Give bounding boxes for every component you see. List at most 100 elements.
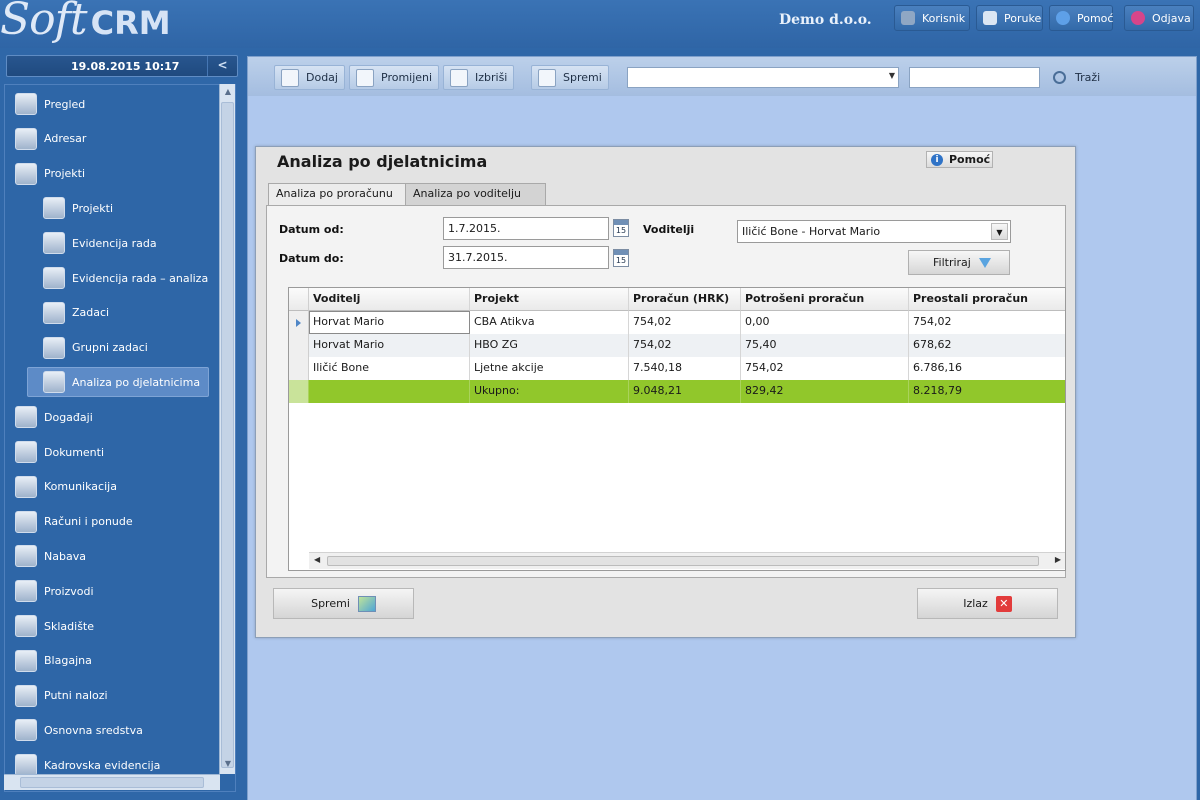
row-header[interactable] (289, 334, 309, 357)
sidebar-item[interactable]: Dokumenti (15, 437, 219, 467)
add-button[interactable]: Dodaj (274, 65, 345, 90)
toolbar-select[interactable]: ▼ (627, 67, 899, 88)
column-header-projekt[interactable]: Projekt (470, 288, 629, 311)
managers-select[interactable]: Iličić Bone - Horvat Mario ▼ (737, 220, 1011, 243)
sidebar-item-label: Projekti (44, 167, 86, 181)
table-cell[interactable]: 75,40 (741, 334, 909, 357)
table-cell[interactable]: 829,42 (741, 380, 909, 403)
edit-button[interactable]: Promijeni (349, 65, 440, 90)
dialog-save-button[interactable]: Spremi (273, 588, 414, 619)
scroll-thumb[interactable] (327, 556, 1039, 566)
table-cell[interactable]: Iličić Bone (309, 357, 470, 380)
scroll-thumb[interactable] (20, 777, 204, 788)
messages-button[interactable]: Poruke (976, 5, 1043, 31)
dialog-title: Analiza po djelatnicima (277, 152, 488, 171)
dialog-help-button[interactable]: i Pomoć (926, 151, 993, 168)
bar-chart-icon (43, 267, 65, 289)
sidebar-item[interactable]: Računi i ponude (15, 507, 219, 537)
table-cell[interactable]: Horvat Mario (309, 334, 470, 357)
table-cell[interactable]: HBO ZG (470, 334, 629, 357)
table-cell[interactable]: Ljetne akcije (470, 357, 629, 380)
sidebar-item[interactable]: Projekti (43, 193, 219, 223)
collapse-sidebar-button[interactable]: < (207, 56, 237, 76)
sidebar-item[interactable]: Proizvodi (15, 576, 219, 606)
table-cell[interactable]: Ukupno: (470, 380, 629, 403)
table-cell[interactable]: 754,02 (741, 357, 909, 380)
search-button[interactable]: Traži (1047, 65, 1106, 90)
table-cell[interactable]: 678,62 (909, 334, 1065, 357)
column-header-proracun[interactable]: Proračun (HRK) (629, 288, 741, 311)
date-to-field[interactable]: 31.7.2015. (443, 246, 609, 269)
filter-button[interactable]: Filtriraj (908, 250, 1010, 275)
tab-manager-analysis[interactable]: Analiza po voditelju (405, 183, 546, 205)
table-cell[interactable]: Horvat Mario (309, 311, 470, 334)
table-cell[interactable]: 0,00 (741, 311, 909, 334)
close-icon: ✕ (995, 595, 1012, 612)
table-horizontal-scrollbar[interactable]: ◀ ▶ (309, 552, 1065, 569)
phone-icon (15, 475, 37, 498)
dialog-exit-button[interactable]: Izlaz ✕ (917, 588, 1058, 619)
sidebar-item[interactable]: Analiza po djelatnicima (27, 367, 209, 398)
sidebar-item-label: Dokumenti (44, 445, 105, 459)
sidebar-item[interactable]: Zadaci (43, 298, 219, 328)
sidebar-item[interactable]: Komunikacija (15, 472, 219, 502)
table-cell[interactable]: 754,02 (629, 334, 741, 357)
info-icon (1056, 11, 1070, 25)
sidebar-item[interactable]: Skladište (15, 611, 219, 641)
scroll-right-arrow[interactable]: ▶ (1055, 555, 1061, 564)
overview-icon (15, 93, 37, 115)
sidebar-item[interactable]: Grupni zadaci (43, 333, 219, 363)
table-cell[interactable]: 6.786,16 (909, 357, 1065, 380)
table-cell[interactable]: 8.218,79 (909, 380, 1065, 403)
sidebar-item[interactable]: Adresar (15, 124, 219, 154)
table-row[interactable]: Horvat Mario CBA Atikva 754,02 0,00 754,02 (289, 311, 1065, 334)
tab-budget-analysis[interactable]: Analiza po proračunu (268, 183, 406, 205)
column-header-preostali[interactable]: Preostali proračun (909, 288, 1065, 311)
row-header[interactable] (289, 357, 309, 380)
sidebar-item-label: Evidencija rada – analiza (72, 271, 209, 285)
column-header-potroseni[interactable]: Potrošeni proračun (741, 288, 909, 311)
sidebar-item[interactable]: Putni nalozi (15, 681, 219, 711)
scroll-thumb[interactable] (221, 102, 234, 768)
sidebar-item[interactable]: Osnovna sredstva (15, 715, 219, 745)
table-cell[interactable]: 7.540,18 (629, 357, 741, 380)
table-cell[interactable]: 9.048,21 (629, 380, 741, 403)
scroll-up-arrow[interactable]: ▲ (220, 87, 236, 101)
warehouse-icon (15, 615, 37, 637)
scroll-down-arrow[interactable]: ▼ (220, 759, 236, 773)
table-row[interactable]: Horvat Mario HBO ZG 754,02 75,40 678,62 (289, 334, 1065, 357)
total-row[interactable]: Ukupno: 9.048,21 829,42 8.218,79 (289, 380, 1065, 403)
projects-icon (43, 197, 65, 220)
sidebar-item[interactable]: Nabava (15, 541, 219, 571)
chevron-down-icon[interactable]: ▼ (991, 223, 1008, 240)
sidebar-item[interactable]: Pregled (15, 89, 219, 119)
table-cell[interactable]: 754,02 (629, 311, 741, 334)
row-header[interactable] (289, 311, 309, 334)
sidebar-horizontal-scrollbar[interactable] (4, 774, 220, 790)
group-icon (43, 336, 65, 359)
sidebar-item[interactable]: Evidencija rada (43, 228, 219, 258)
table-cell[interactable]: CBA Atikva (470, 311, 629, 334)
results-table: Voditelj Projekt Proračun (HRK) Potrošen… (288, 287, 1066, 571)
column-header-voditelj[interactable]: Voditelj (309, 288, 470, 311)
scroll-left-arrow[interactable]: ◀ (314, 555, 320, 564)
sidebar-item[interactable]: Blagajna (15, 646, 219, 676)
calendar-icon[interactable]: 15 (613, 219, 629, 237)
user-button[interactable]: Korisnik (894, 5, 970, 31)
sidebar-vertical-scrollbar[interactable]: ▲ ▼ (219, 84, 235, 774)
table-cell[interactable] (309, 380, 470, 403)
calendar-icon[interactable]: 15 (613, 249, 629, 267)
date-from-field[interactable]: 1.7.2015. (443, 217, 609, 240)
delete-button[interactable]: Izbriši (443, 65, 515, 90)
logout-button[interactable]: Odjava (1124, 5, 1194, 31)
sidebar-item[interactable]: Evidencija rada – analiza (43, 263, 219, 293)
sidebar-item[interactable]: Događaji (15, 402, 219, 432)
help-button[interactable]: Pomoć (1049, 5, 1113, 31)
search-input[interactable] (909, 67, 1040, 88)
sidebar-item-label: Proizvodi (44, 584, 94, 598)
table-cell[interactable]: 754,02 (909, 311, 1065, 334)
table-row[interactable]: Iličić Bone Ljetne akcije 7.540,18 754,02 6.… (289, 357, 1065, 380)
row-header[interactable] (289, 380, 309, 403)
save-button[interactable]: Spremi (531, 65, 609, 90)
sidebar-item[interactable]: Projekti (15, 159, 219, 189)
